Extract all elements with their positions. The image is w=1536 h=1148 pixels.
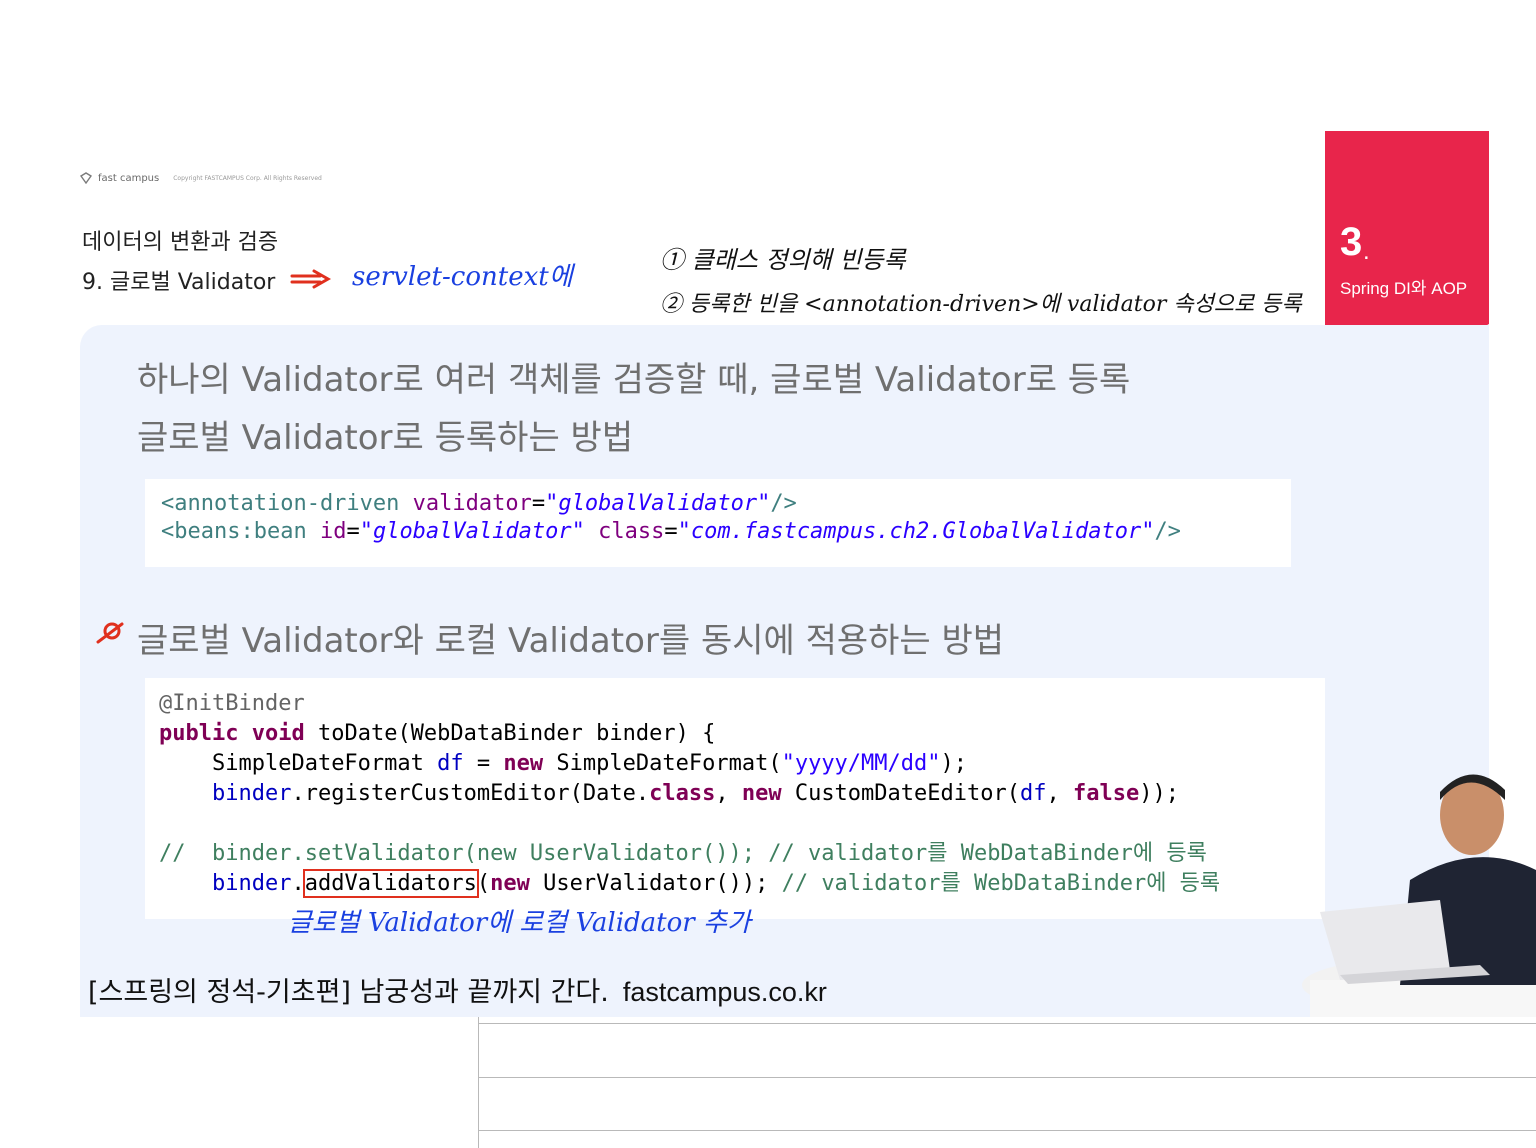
presenter-photo bbox=[1302, 774, 1536, 1017]
red-arrow-icon bbox=[290, 269, 332, 289]
copyright-text: Copyright FASTCAMPUS Corp. All Rights Re… bbox=[173, 174, 322, 182]
notepad-line bbox=[478, 1077, 1536, 1078]
section-title: 데이터의 변환과 검증 bbox=[82, 230, 279, 255]
handwritten-note-servlet-context: servlet-context에 bbox=[352, 262, 573, 292]
code-line: <beans:bean id="globalValidator" class="… bbox=[161, 519, 1181, 544]
handwritten-note-step2: ② 등록한 빈을 <annotation-driven>에 validator … bbox=[660, 292, 1302, 317]
chapter-name: Spring DI와 AOP bbox=[1340, 279, 1468, 298]
code-line: <annotation-driven validator="globalVali… bbox=[161, 491, 797, 516]
code-line: public void toDate(WebDataBinder binder)… bbox=[159, 721, 716, 746]
fastcampus-logo-icon bbox=[80, 172, 92, 184]
chapter-number: 3 bbox=[1340, 220, 1363, 264]
code-block-xml: <annotation-driven validator="globalVali… bbox=[145, 479, 1291, 567]
slide-footer: [스프링의 정석-기초편] 남궁성과 끝까지 간다. fastcampus.co.… bbox=[88, 970, 827, 1009]
code-line: binder.registerCustomEditor(Date.class, … bbox=[211, 781, 1179, 806]
code-line: SimpleDateFormat df = new SimpleDateForm… bbox=[211, 751, 968, 776]
notepad-margin-line bbox=[478, 1017, 479, 1148]
handwritten-note-add-validator: 글로벌 Validator에 로컬 Validator 추가 bbox=[288, 908, 751, 938]
slide-text-line1: 하나의 Validator로 여러 객체를 검증할 때, 글로벌 Validat… bbox=[137, 360, 1131, 400]
slide-text-line3: 글로벌 Validator와 로컬 Validator를 동시에 적용하는 방법 bbox=[137, 621, 1005, 661]
notepad-line bbox=[478, 1130, 1536, 1131]
code-line: binder.addValidators(new UserValidator()… bbox=[211, 869, 1221, 898]
footer-text: [스프링의 정석-기초편] 남궁성과 끝까지 간다. bbox=[88, 977, 609, 1008]
slide-text-line2: 글로벌 Validator로 등록하는 방법 bbox=[137, 418, 634, 458]
code-line: @InitBinder bbox=[159, 691, 305, 716]
highlighted-method: addValidators bbox=[302, 869, 479, 898]
code-block-java: @InitBinder public void toDate(WebDataBin… bbox=[145, 678, 1325, 919]
chapter-dot: . bbox=[1363, 238, 1370, 265]
logo: fast campus Copyright FASTCAMPUS Corp. A… bbox=[80, 172, 322, 184]
notepad-line bbox=[478, 1023, 1536, 1024]
pen-mark-icon bbox=[96, 622, 124, 644]
logo-text: fast campus bbox=[98, 172, 160, 184]
footer-url: fastcampus.co.kr bbox=[622, 977, 827, 1007]
code-line: // binder.setValidator(new UserValidator… bbox=[159, 841, 1207, 866]
section-subtitle: 9. 글로벌 Validator bbox=[82, 270, 276, 295]
handwritten-note-step1: ① 클래스 정의해 빈등록 bbox=[660, 246, 906, 274]
